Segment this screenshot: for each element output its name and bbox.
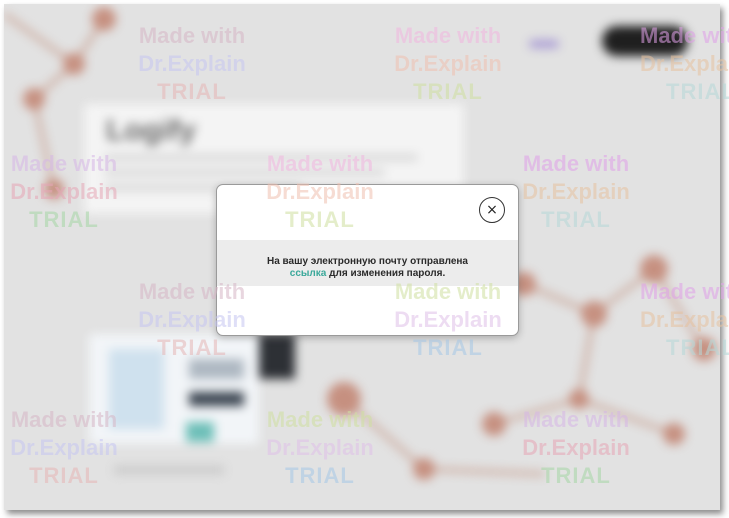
dialog-message: На вашу электронную почту отправлена ссы…	[217, 256, 518, 280]
brand-logo: Logify	[106, 114, 196, 147]
password-reset-dialog: × На вашу электронную почту отправлена с…	[216, 184, 519, 336]
nav-links	[529, 40, 559, 48]
reset-link[interactable]: ссылка	[290, 268, 327, 279]
preview-thumbnail	[259, 334, 295, 379]
header-button	[602, 26, 688, 56]
message-line1: На вашу электронную почту отправлена	[266, 256, 468, 267]
preview-caption	[114, 466, 224, 474]
app-window: Logify × На вашу электронную почту отпра…	[4, 4, 720, 510]
preview-screenshot	[89, 334, 259, 444]
preview-accent	[186, 422, 214, 442]
message-line2: для изменения пароля.	[326, 268, 446, 279]
close-icon[interactable]: ×	[479, 197, 505, 223]
